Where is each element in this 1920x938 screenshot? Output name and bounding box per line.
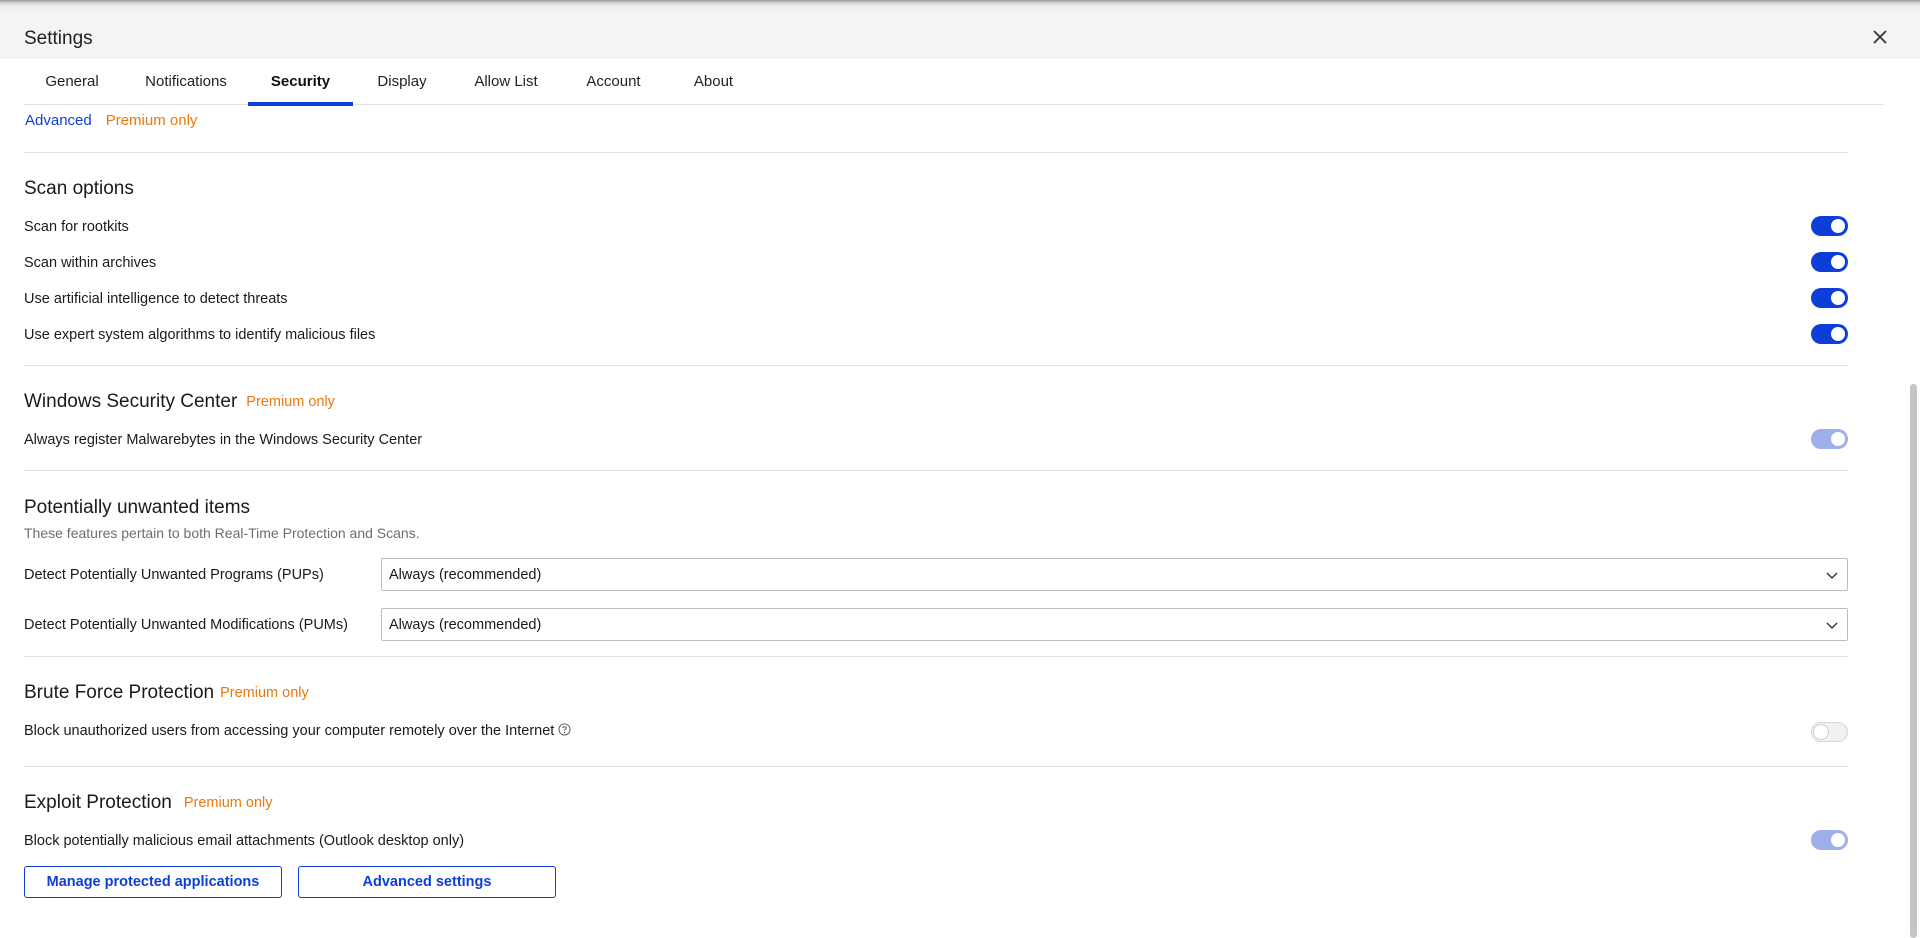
pum-select-value: Always (recommended): [389, 617, 542, 633]
title-bar: Settings: [0, 11, 1920, 59]
brute-force-label: Block unauthorized users from accessing …: [24, 723, 571, 739]
tab-security[interactable]: Security: [248, 59, 353, 106]
tab-about[interactable]: About: [666, 59, 761, 105]
expert-system-toggle[interactable]: [1811, 324, 1848, 344]
toggle-knob: [1831, 432, 1845, 446]
close-icon[interactable]: [1868, 25, 1892, 49]
exploit-email-label: Block potentially malicious email attach…: [24, 833, 465, 849]
divider: [24, 766, 1848, 767]
scan-rootkits-toggle[interactable]: [1811, 216, 1848, 236]
brute-force-heading-text: Brute Force Protection: [24, 682, 215, 703]
exploit-email-toggle: [1811, 830, 1848, 850]
tab-display[interactable]: Display: [353, 59, 451, 105]
ai-detection-label: Use artificial intelligence to detect th…: [24, 291, 288, 307]
tab-account[interactable]: Account: [561, 59, 666, 105]
window-top-edge: [0, 0, 1920, 11]
ai-detection-toggle[interactable]: [1811, 288, 1848, 308]
scan-archives-label: Scan within archives: [24, 255, 157, 271]
tab-notifications[interactable]: Notifications: [120, 59, 252, 105]
window-title: Settings: [24, 28, 93, 49]
scan-rootkits-label: Scan for rootkits: [24, 219, 129, 235]
scan-options-heading: Scan options: [24, 178, 134, 199]
pum-label: Detect Potentially Unwanted Modification…: [24, 617, 348, 633]
wsc-heading: Windows Security Center Premium only: [24, 391, 335, 413]
brute-force-toggle: [1811, 722, 1848, 742]
divider: [24, 470, 1848, 471]
chevron-down-icon: [1826, 622, 1838, 629]
tab-general[interactable]: General: [24, 59, 120, 105]
wsc-register-label: Always register Malwarebytes in the Wind…: [24, 432, 423, 448]
expert-system-label: Use expert system algorithms to identify…: [24, 327, 376, 343]
exploit-heading: Exploit Protection Premium only: [24, 792, 273, 814]
premium-only-tag: Premium only: [183, 795, 273, 811]
toggle-knob: [1831, 291, 1845, 305]
premium-only-tag: Premium only: [105, 112, 198, 129]
pup-select[interactable]: Always (recommended): [381, 558, 1848, 591]
wsc-heading-text: Windows Security Center: [24, 391, 238, 412]
toggle-knob: [1831, 327, 1845, 341]
tab-allow-list[interactable]: Allow List: [451, 59, 561, 105]
scrollbar-thumb[interactable]: [1910, 384, 1917, 938]
pui-description: These features pertain to both Real-Time…: [24, 525, 420, 541]
brute-force-label-text: Block unauthorized users from accessing …: [24, 723, 555, 739]
exploit-heading-text: Exploit Protection: [24, 792, 172, 813]
tab-bar: General Notifications Security Display A…: [24, 59, 1884, 106]
brute-force-heading: Brute Force Protection Premium only: [24, 682, 309, 704]
premium-only-tag: Premium only: [246, 394, 335, 410]
wsc-register-toggle: [1811, 429, 1848, 449]
advanced-link[interactable]: Advanced: [25, 112, 92, 129]
chevron-down-icon: [1826, 572, 1838, 579]
advanced-settings-button[interactable]: Advanced settings: [298, 866, 556, 898]
divider: [24, 152, 1848, 153]
pui-heading: Potentially unwanted items: [24, 497, 251, 518]
toggle-knob: [1831, 255, 1845, 269]
divider: [24, 365, 1848, 366]
scan-archives-toggle[interactable]: [1811, 252, 1848, 272]
toggle-knob: [1831, 219, 1845, 233]
pum-select[interactable]: Always (recommended): [381, 608, 1848, 641]
manage-protected-applications-button[interactable]: Manage protected applications: [24, 866, 282, 898]
toggle-knob: [1831, 833, 1845, 847]
divider: [24, 656, 1848, 657]
section-subnav: Advanced Premium only: [25, 112, 197, 129]
premium-only-tag: Premium only: [220, 685, 309, 701]
help-icon[interactable]: [558, 723, 571, 736]
pup-label: Detect Potentially Unwanted Programs (PU…: [24, 567, 324, 583]
pup-select-value: Always (recommended): [389, 567, 542, 583]
toggle-knob: [1814, 725, 1828, 739]
